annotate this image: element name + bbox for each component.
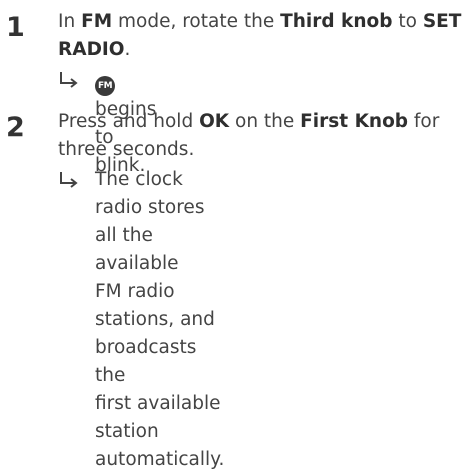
setting-name: SET [422,11,462,32]
step-number: 2 [6,112,25,143]
knob-name: Third knob [280,11,393,32]
result-text-line: first available station automatically. [95,393,225,470]
result-text-line: The clock radio stores all the available [95,169,205,274]
instruction-line: three seconds. [58,139,195,160]
step-number: 1 [6,12,25,43]
result-arrow-icon [60,172,78,188]
step-instruction: In FM mode, rotate the Third knob to SET… [58,8,461,64]
instruction-line: RADIO. [58,39,131,60]
knob-name: First Knob [300,111,409,132]
step-instruction: Press and hold OK on the First Knob for … [58,108,439,164]
mode-name: FM [81,11,113,32]
button-name: OK [199,111,230,132]
result-arrow-icon [60,72,78,88]
setting-name: RADIO [58,39,125,60]
result-text-line: FM radio stations, and broadcasts the [95,281,215,386]
instruction-line: Press and hold OK on the First Knob for [58,111,440,132]
instruction-line: In FM mode, rotate the Third knob to SET [58,11,462,32]
fm-icon: FM [95,76,115,96]
